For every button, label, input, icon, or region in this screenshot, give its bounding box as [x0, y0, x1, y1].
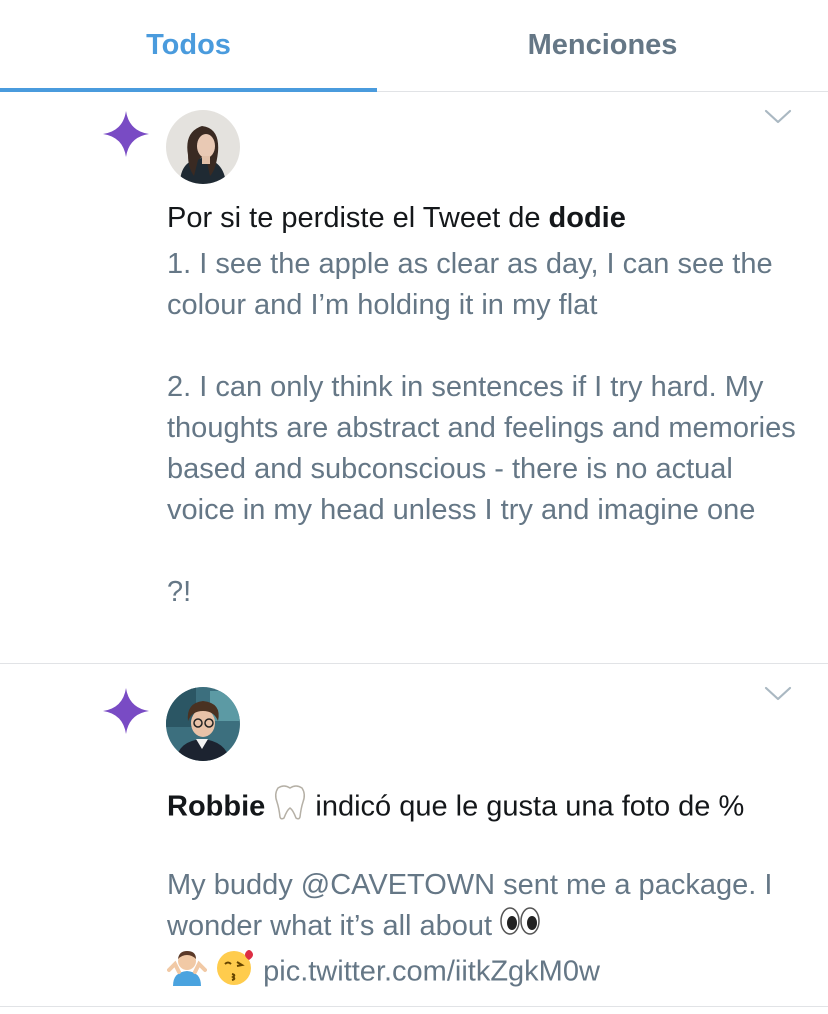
tweet-paragraph: My buddy @CAVETOWN sent me a package. I …	[167, 869, 773, 942]
avatar[interactable]	[166, 110, 240, 184]
tweet-paragraph: ?!	[167, 576, 192, 608]
notification-headline: Por si te perdiste el Tweet de dodie	[167, 198, 626, 239]
chevron-down-icon[interactable]	[764, 685, 792, 703]
user-name[interactable]: dodie	[549, 202, 626, 234]
avatar[interactable]	[166, 687, 240, 761]
sparkle-star-icon	[103, 688, 149, 734]
tweet-paragraph: 2. I can only think in sentences if I tr…	[167, 371, 796, 526]
tweet-text: 1. I see the apple as clear as day, I ca…	[167, 244, 807, 613]
notification-item[interactable]: Robbie indicó que le gusta una foto de %…	[0, 664, 828, 1007]
tweet-paragraph: 1. I see the apple as clear as day, I ca…	[167, 248, 773, 321]
tooth-emoji	[273, 783, 307, 833]
tab-menciones[interactable]: Menciones	[377, 0, 828, 91]
eyes-emoji	[500, 906, 540, 948]
notification-tabs: Todos Menciones	[0, 0, 828, 92]
kissing-face-emoji	[215, 948, 255, 998]
chevron-down-icon[interactable]	[764, 108, 792, 126]
user-name[interactable]: Robbie	[167, 791, 265, 823]
tweet-text: My buddy @CAVETOWN sent me a package. I …	[167, 865, 807, 998]
headline-text: Por si te perdiste el Tweet de	[167, 202, 549, 234]
notification-item[interactable]: Por si te perdiste el Tweet de dodie 1. …	[0, 92, 828, 664]
sparkle-star-icon	[103, 111, 149, 157]
headline-text: indicó que le gusta una foto de %	[307, 790, 745, 823]
man-shrugging-emoji	[167, 948, 207, 998]
tweet-link[interactable]: pic.twitter.com/iitkZgkM0w	[263, 956, 600, 988]
tab-todos[interactable]: Todos	[0, 0, 377, 91]
notification-headline: Robbie indicó que le gusta una foto de %	[167, 783, 807, 833]
